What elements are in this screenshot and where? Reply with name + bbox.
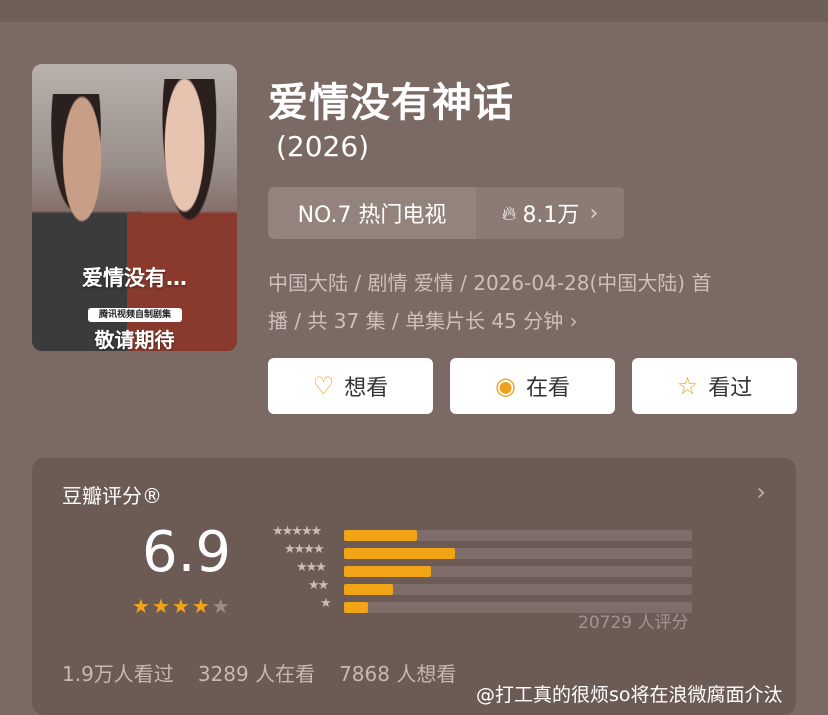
rating-stars: ★ ★ ★ ★ ★ — [132, 594, 230, 618]
show-year: (2026) — [276, 130, 370, 163]
rating-bar-stars-label: ★ — [320, 596, 332, 611]
rating-bar-track — [344, 566, 692, 577]
star-outline-icon: ☆ — [676, 372, 699, 400]
star-filled-icon: ★ — [171, 594, 190, 618]
ranking-bar[interactable]: NO.7 热门电视 🔥︎ 8.1万 › — [268, 187, 624, 239]
weibo-watermark: @打工真的很烦so将在浪微腐面介汰 — [476, 684, 783, 706]
action-buttons: ♡ 想看 ◉ 在看 ☆ 看过 — [268, 358, 798, 414]
top-strip — [0, 0, 828, 22]
watched-count: 1.9万人看过 — [62, 662, 174, 686]
star-empty-icon: ★ — [211, 594, 230, 618]
poster-image[interactable]: 爱情没有… 腾讯视频自制剧集 敬请期待 — [32, 64, 237, 351]
rating-bar-stars-label: ★★ — [308, 578, 329, 593]
rating-bar — [344, 548, 455, 559]
rating-bar-track — [344, 584, 692, 595]
watched-label: 看过 — [708, 376, 753, 401]
want-to-watch-label: 想看 — [344, 376, 389, 401]
watching-button[interactable]: ◉ 在看 — [450, 358, 615, 414]
poster-subtitle: 敬请期待 — [94, 328, 175, 351]
meta-line-1: 中国大陆 / 剧情 爱情 / 2026-04-28(中国大陆) 首 — [268, 271, 712, 295]
rating-bar — [344, 584, 393, 595]
flame-icon: 🔥︎ — [501, 201, 517, 225]
meta-line-2: 播 / 共 37 集 / 单集片长 45 分钟 › — [268, 309, 578, 333]
chevron-right-icon[interactable]: › — [756, 478, 766, 506]
rating-count: 20729 人评分 — [578, 613, 689, 633]
rating-bar-stars-label: ★★★★ — [284, 542, 325, 557]
want-to-watch-button[interactable]: ♡ 想看 — [268, 358, 433, 414]
heat-button[interactable]: 🔥︎ 8.1万 › — [476, 187, 624, 239]
rating-bar — [344, 530, 417, 541]
rating-card[interactable]: 豆瓣评分® › 6.9 ★ ★ ★ ★ ★ ★★★★★ ★★★★ ★★★ ★★ ★ 20… — [32, 458, 796, 715]
rating-bar — [344, 602, 368, 613]
heat-value: 8.1万 — [522, 203, 580, 228]
rating-score: 6.9 — [142, 520, 232, 585]
star-half-icon: ★ — [191, 594, 210, 618]
watched-button[interactable]: ☆ 看过 — [632, 358, 797, 414]
show-title: 爱情没有神话 — [268, 80, 514, 126]
star-filled-icon: ★ — [151, 594, 170, 618]
chevron-right-icon: › — [589, 200, 599, 226]
show-meta[interactable]: 中国大陆 / 剧情 爱情 / 2026-04-28(中国大陆) 首 播 / 共 … — [268, 264, 788, 340]
watching-count: 3289 人在看 — [197, 662, 316, 686]
watching-dot-icon: ◉ — [495, 372, 516, 400]
star-filled-icon: ★ — [132, 594, 150, 618]
rating-bar-stars-label: ★★★ — [296, 560, 327, 575]
rating-bar — [344, 566, 431, 577]
rating-bar-stars-label: ★★★★★ — [272, 524, 322, 539]
rating-bar-track — [344, 548, 692, 559]
heart-plus-icon: ♡ — [312, 372, 335, 400]
poster-title: 爱情没有… — [82, 266, 187, 290]
rating-bar-track — [344, 530, 692, 541]
watching-label: 在看 — [525, 376, 570, 401]
rank-label[interactable]: NO.7 热门电视 — [268, 187, 476, 239]
watch-stats: 1.9万人看过 3289 人在看 7868 人想看 — [62, 658, 456, 687]
rating-label: 豆瓣评分® — [62, 484, 162, 508]
poster-badge: 腾讯视频自制剧集 — [88, 308, 182, 322]
want-count: 7868 人想看 — [339, 662, 457, 686]
